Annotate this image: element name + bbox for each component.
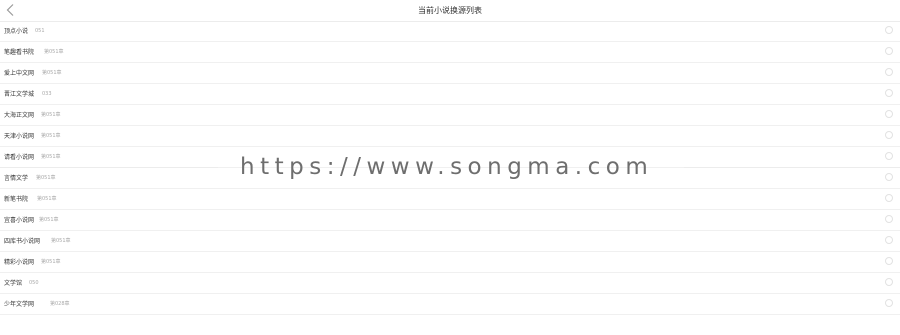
select-radio[interactable] xyxy=(885,173,893,181)
select-radio[interactable] xyxy=(885,299,893,307)
latest-chapter: 第051章 xyxy=(41,259,61,265)
top-bar: 当前小说换源列表 xyxy=(0,0,900,22)
source-name: 请看小说网 xyxy=(4,154,35,161)
source-row[interactable]: 爱上中文网 第051章 xyxy=(0,63,900,84)
source-row[interactable]: 顶点小说 051 xyxy=(0,21,900,42)
source-row[interactable]: 宜喜小说网 第051章 xyxy=(0,210,900,231)
source-name: 大海正文网 xyxy=(4,112,35,119)
select-radio[interactable] xyxy=(885,131,893,139)
source-name: 言情文学 xyxy=(4,175,29,182)
latest-chapter: 第051章 xyxy=(41,112,61,118)
source-name: 宜喜小说网 xyxy=(4,217,35,224)
select-radio[interactable] xyxy=(885,26,893,34)
latest-chapter: 第051章 xyxy=(37,196,57,202)
source-name: 笔趣看书院 xyxy=(4,49,35,56)
source-row[interactable]: 晋江文学城 033 xyxy=(0,84,900,105)
select-radio[interactable] xyxy=(885,236,893,244)
select-radio[interactable] xyxy=(885,278,893,286)
select-radio[interactable] xyxy=(885,194,893,202)
latest-chapter: 第028章 xyxy=(50,301,70,307)
source-list: 顶点小说 051 笔趣看书院 第051章 爱上中文网 第051章 晋江文学城 033 大海正文网… xyxy=(0,21,900,315)
select-radio[interactable] xyxy=(885,257,893,265)
latest-chapter: 033 xyxy=(42,91,52,97)
source-row[interactable]: 新笔书院 第051章 xyxy=(0,189,900,210)
select-radio[interactable] xyxy=(885,47,893,55)
latest-chapter: 第051章 xyxy=(42,70,62,76)
source-row[interactable]: 大海正文网 第051章 xyxy=(0,105,900,126)
source-name: 爱上中文网 xyxy=(4,70,35,77)
source-name: 少年文学网 xyxy=(4,301,35,308)
latest-chapter: 051 xyxy=(35,28,45,34)
source-row[interactable]: 请看小说网 第051章 xyxy=(0,147,900,168)
source-name: 晋江文学城 xyxy=(4,91,35,98)
source-name: 文学馆 xyxy=(4,280,23,287)
select-radio[interactable] xyxy=(885,215,893,223)
select-radio[interactable] xyxy=(885,89,893,97)
latest-chapter: 第051章 xyxy=(44,49,64,55)
source-row[interactable]: 笔趣看书院 第051章 xyxy=(0,42,900,63)
source-row[interactable]: 天津小说网 第051章 xyxy=(0,126,900,147)
latest-chapter: 050 xyxy=(29,280,39,286)
page-title: 当前小说换源列表 xyxy=(418,6,482,15)
source-row[interactable]: 少年文学网 第028章 xyxy=(0,294,900,315)
source-row[interactable]: 文学馆 050 xyxy=(0,273,900,294)
latest-chapter: 第051章 xyxy=(51,238,71,244)
latest-chapter: 第051章 xyxy=(41,154,61,160)
source-name: 四库书小说网 xyxy=(4,238,41,245)
select-radio[interactable] xyxy=(885,68,893,76)
source-row[interactable]: 精彩小说网 第051章 xyxy=(0,252,900,273)
source-row[interactable]: 四库书小说网 第051章 xyxy=(0,231,900,252)
source-name: 精彩小说网 xyxy=(4,259,35,266)
source-row[interactable]: 言情文学 第051章 xyxy=(0,168,900,189)
source-name: 顶点小说 xyxy=(4,28,29,35)
latest-chapter: 第051章 xyxy=(36,175,56,181)
latest-chapter: 第051章 xyxy=(41,133,61,139)
select-radio[interactable] xyxy=(885,152,893,160)
select-radio[interactable] xyxy=(885,110,893,118)
source-name: 天津小说网 xyxy=(4,133,35,140)
latest-chapter: 第051章 xyxy=(39,217,59,223)
source-name: 新笔书院 xyxy=(4,196,29,203)
